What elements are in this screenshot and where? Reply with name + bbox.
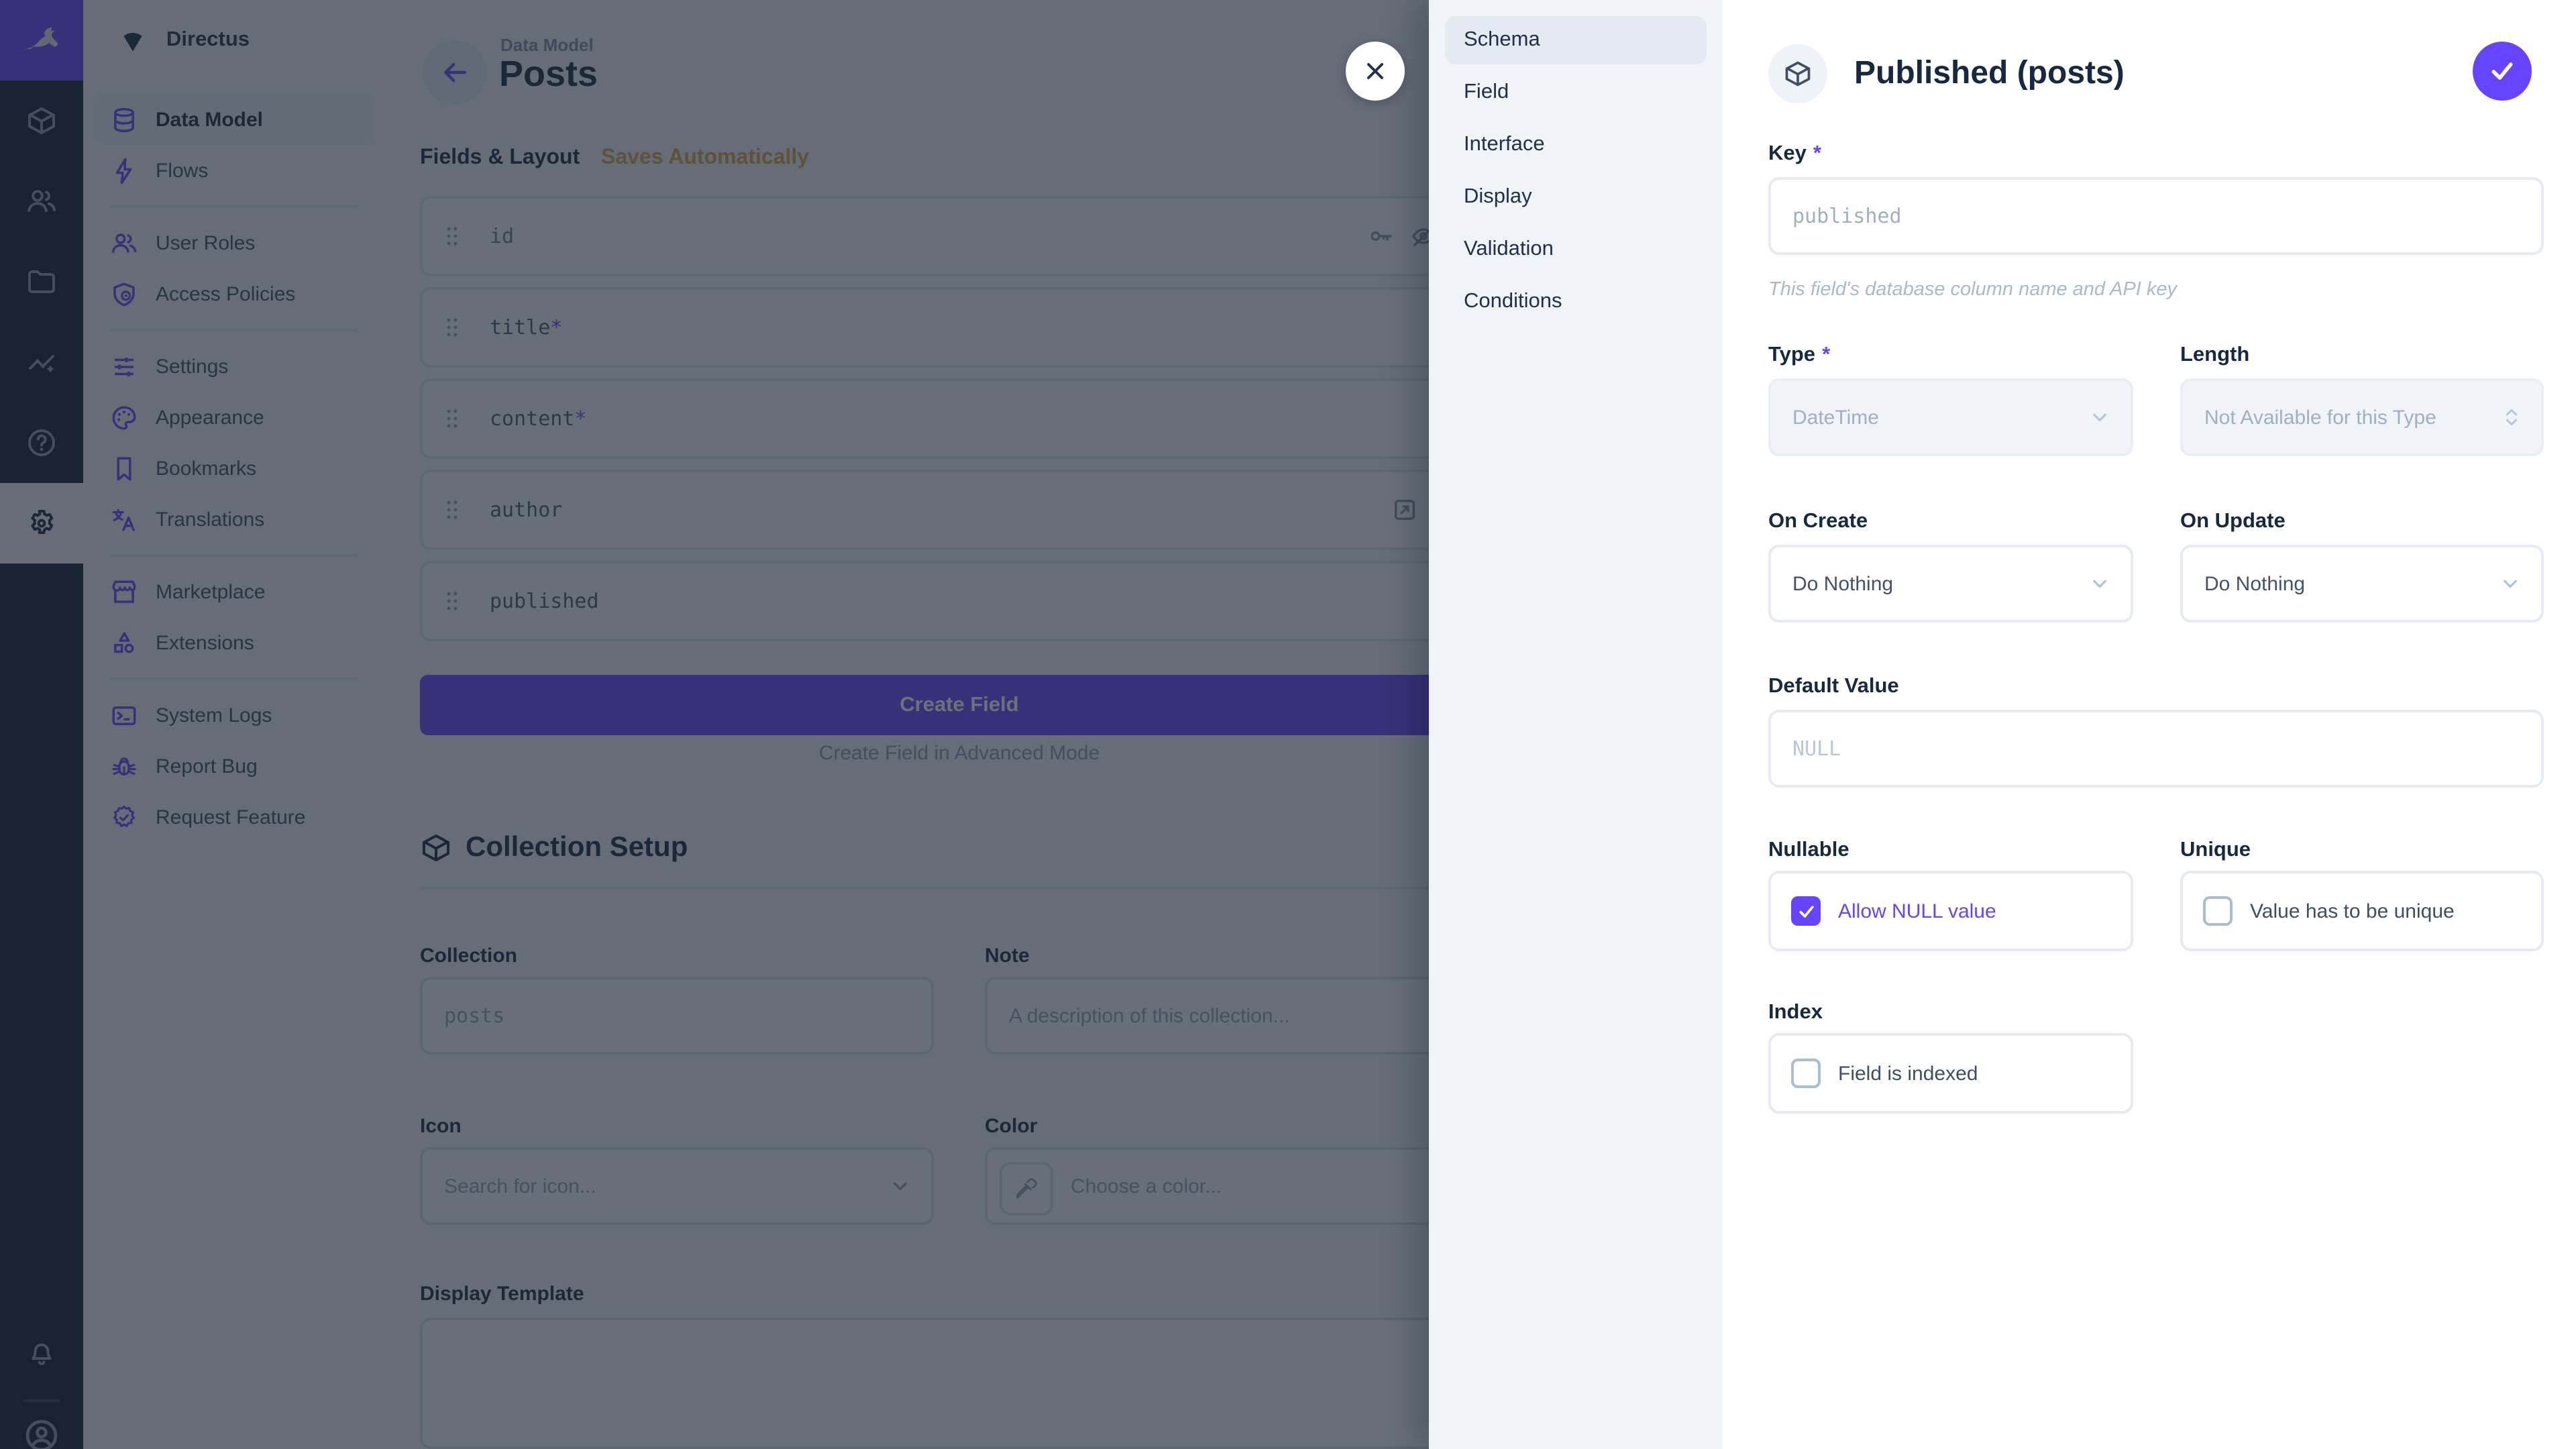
index-label: Index [1768,1001,1823,1025]
tab-field[interactable]: Field [1445,68,1707,117]
drawer-body: Published (posts) Key* This field's data… [1723,0,2576,1449]
length-input[interactable]: Not Available for this Type [2180,378,2544,456]
unique-label: Unique [2180,839,2251,863]
unique-checkbox[interactable]: Value has to be unique [2180,871,2544,951]
tab-conditions[interactable]: Conditions [1445,278,1707,326]
box-icon [1783,59,1813,89]
tab-display[interactable]: Display [1445,173,1707,221]
nullable-checkbox[interactable]: Allow NULL value [1768,871,2133,951]
chevron-down-icon [2088,572,2112,596]
close-icon [1362,58,1389,85]
close-drawer-button[interactable] [1346,42,1405,101]
type-select[interactable]: DateTime [1768,378,2133,456]
on-update-select[interactable]: Do Nothing [2180,545,2544,623]
check-icon [2487,56,2517,86]
stepper-icon [2501,404,2522,431]
default-value-wrap [1768,710,2544,788]
nullable-label: Nullable [1768,839,1849,863]
save-button[interactable] [2473,42,2532,101]
drawer-nav: Schema Field Interface Display Validatio… [1429,0,1723,1449]
tab-interface[interactable]: Interface [1445,121,1707,169]
chevron-down-icon [2088,405,2112,429]
default-value-input[interactable] [1771,712,2541,785]
on-create-label: On Create [1768,510,1868,534]
field-detail-drawer: Schema Field Interface Display Validatio… [1429,0,2576,1449]
key-label: Key* [1768,142,1821,166]
length-label: Length [2180,343,2249,368]
key-helper-note: This field's database column name and AP… [1768,279,2177,301]
chevron-down-icon [2498,572,2522,596]
type-label: Type* [1768,343,1830,368]
default-value-label: Default Value [1768,675,1899,699]
tab-validation[interactable]: Validation [1445,225,1707,274]
modal-overlay[interactable] [0,0,1429,1449]
on-update-label: On Update [2180,510,2286,534]
checkbox-unchecked-icon [2203,896,2233,926]
index-checkbox[interactable]: Field is indexed [1768,1033,2133,1114]
on-create-select[interactable]: Do Nothing [1768,545,2133,623]
checkbox-checked-icon [1791,896,1821,926]
field-type-badge [1768,44,1827,103]
key-input-wrap [1768,177,2544,255]
directus-app: Directus Data Model Flows User Roles Acc… [0,0,2576,1449]
key-input[interactable] [1771,180,2541,252]
tab-schema[interactable]: Schema [1445,16,1707,64]
checkbox-unchecked-icon [1791,1059,1821,1088]
drawer-title: Published (posts) [1854,55,2125,93]
